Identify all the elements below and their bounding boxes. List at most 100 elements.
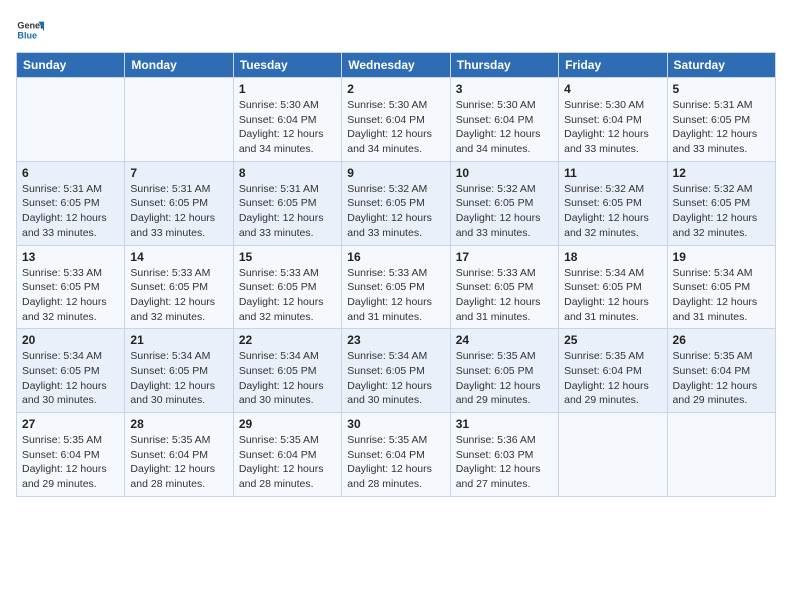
- calendar-cell: 30 Sunrise: 5:35 AM Sunset: 6:04 PM Dayli…: [342, 413, 450, 497]
- day-number: 18: [564, 250, 661, 264]
- day-detail: Sunrise: 5:35 AM Sunset: 6:04 PM Dayligh…: [22, 433, 119, 492]
- day-detail: Sunrise: 5:30 AM Sunset: 6:04 PM Dayligh…: [239, 98, 336, 157]
- calendar-cell: 31Sunrise: 5:36 AM Sunset: 6:03 PM Dayli…: [450, 413, 558, 497]
- day-detail: Sunrise: 5:34 AM Sunset: 6:05 PM Dayligh…: [564, 266, 661, 325]
- day-detail: Sunrise: 5:35 AM Sunset: 6:05 PM Dayligh…: [456, 349, 553, 408]
- calendar-cell: 16 Sunrise: 5:33 AM Sunset: 6:05 PM Dayli…: [342, 245, 450, 329]
- calendar-body: 1Sunrise: 5:30 AM Sunset: 6:04 PM Daylig…: [17, 78, 776, 497]
- calendar-cell: 17 Sunrise: 5:33 AM Sunset: 6:05 PM Dayli…: [450, 245, 558, 329]
- day-number: 13: [22, 250, 119, 264]
- day-number: 6: [22, 166, 119, 180]
- day-detail: Sunrise: 5:33 AM Sunset: 6:05 PM Dayligh…: [347, 266, 444, 325]
- calendar-cell: 14 Sunrise: 5:33 AM Sunset: 6:05 PM Dayli…: [125, 245, 233, 329]
- day-detail: Sunrise: 5:31 AM Sunset: 6:05 PM Dayligh…: [130, 182, 227, 241]
- calendar-cell: 8 Sunrise: 5:31 AM Sunset: 6:05 PM Daylig…: [233, 161, 341, 245]
- calendar-cell: 4 Sunrise: 5:30 AM Sunset: 6:04 PM Daylig…: [559, 78, 667, 162]
- day-number: 30: [347, 417, 444, 431]
- calendar-cell: 5 Sunrise: 5:31 AM Sunset: 6:05 PM Daylig…: [667, 78, 775, 162]
- day-detail: Sunrise: 5:35 AM Sunset: 6:04 PM Dayligh…: [673, 349, 770, 408]
- day-detail: Sunrise: 5:30 AM Sunset: 6:04 PM Dayligh…: [347, 98, 444, 157]
- calendar-week-row: 1Sunrise: 5:30 AM Sunset: 6:04 PM Daylig…: [17, 78, 776, 162]
- logo-icon: General Blue: [16, 16, 44, 44]
- day-number: 10: [456, 166, 553, 180]
- day-detail: Sunrise: 5:35 AM Sunset: 6:04 PM Dayligh…: [239, 433, 336, 492]
- day-number: 26: [673, 333, 770, 347]
- day-number: 9: [347, 166, 444, 180]
- day-detail: Sunrise: 5:36 AM Sunset: 6:03 PM Dayligh…: [456, 433, 553, 492]
- weekday-header: Saturday: [667, 53, 775, 78]
- day-detail: Sunrise: 5:33 AM Sunset: 6:05 PM Dayligh…: [456, 266, 553, 325]
- weekday-header: Friday: [559, 53, 667, 78]
- day-detail: Sunrise: 5:31 AM Sunset: 6:05 PM Dayligh…: [673, 98, 770, 157]
- calendar-cell: 2 Sunrise: 5:30 AM Sunset: 6:04 PM Daylig…: [342, 78, 450, 162]
- day-detail: Sunrise: 5:33 AM Sunset: 6:05 PM Dayligh…: [130, 266, 227, 325]
- day-detail: Sunrise: 5:31 AM Sunset: 6:05 PM Dayligh…: [22, 182, 119, 241]
- day-number: 21: [130, 333, 227, 347]
- calendar-cell: 6 Sunrise: 5:31 AM Sunset: 6:05 PM Daylig…: [17, 161, 125, 245]
- day-number: 29: [239, 417, 336, 431]
- day-detail: Sunrise: 5:30 AM Sunset: 6:04 PM Dayligh…: [564, 98, 661, 157]
- day-detail: Sunrise: 5:32 AM Sunset: 6:05 PM Dayligh…: [347, 182, 444, 241]
- calendar-cell: 7 Sunrise: 5:31 AM Sunset: 6:05 PM Daylig…: [125, 161, 233, 245]
- day-number: 5: [673, 82, 770, 96]
- day-detail: Sunrise: 5:35 AM Sunset: 6:04 PM Dayligh…: [564, 349, 661, 408]
- calendar-cell: 11 Sunrise: 5:32 AM Sunset: 6:05 PM Dayli…: [559, 161, 667, 245]
- day-number: 8: [239, 166, 336, 180]
- day-detail: Sunrise: 5:33 AM Sunset: 6:05 PM Dayligh…: [239, 266, 336, 325]
- day-detail: Sunrise: 5:34 AM Sunset: 6:05 PM Dayligh…: [239, 349, 336, 408]
- calendar-cell: 21 Sunrise: 5:34 AM Sunset: 6:05 PM Dayli…: [125, 329, 233, 413]
- svg-text:Blue: Blue: [17, 30, 37, 40]
- day-number: 24: [456, 333, 553, 347]
- day-detail: Sunrise: 5:30 AM Sunset: 6:04 PM Dayligh…: [456, 98, 553, 157]
- day-detail: Sunrise: 5:32 AM Sunset: 6:05 PM Dayligh…: [564, 182, 661, 241]
- day-number: 14: [130, 250, 227, 264]
- day-detail: Sunrise: 5:31 AM Sunset: 6:05 PM Dayligh…: [239, 182, 336, 241]
- calendar-week-row: 13 Sunrise: 5:33 AM Sunset: 6:05 PM Dayli…: [17, 245, 776, 329]
- day-number: 4: [564, 82, 661, 96]
- weekday-header: Sunday: [17, 53, 125, 78]
- day-detail: Sunrise: 5:34 AM Sunset: 6:05 PM Dayligh…: [347, 349, 444, 408]
- day-number: 3: [456, 82, 553, 96]
- day-number: 19: [673, 250, 770, 264]
- day-number: 7: [130, 166, 227, 180]
- calendar-week-row: 20 Sunrise: 5:34 AM Sunset: 6:05 PM Dayli…: [17, 329, 776, 413]
- calendar-cell: 26 Sunrise: 5:35 AM Sunset: 6:04 PM Dayli…: [667, 329, 775, 413]
- day-detail: Sunrise: 5:32 AM Sunset: 6:05 PM Dayligh…: [456, 182, 553, 241]
- day-detail: Sunrise: 5:34 AM Sunset: 6:05 PM Dayligh…: [130, 349, 227, 408]
- calendar-cell: 27 Sunrise: 5:35 AM Sunset: 6:04 PM Dayli…: [17, 413, 125, 497]
- calendar-cell: 13 Sunrise: 5:33 AM Sunset: 6:05 PM Dayli…: [17, 245, 125, 329]
- calendar-cell: 10 Sunrise: 5:32 AM Sunset: 6:05 PM Dayli…: [450, 161, 558, 245]
- calendar-cell: 23Sunrise: 5:34 AM Sunset: 6:05 PM Dayli…: [342, 329, 450, 413]
- calendar-week-row: 6 Sunrise: 5:31 AM Sunset: 6:05 PM Daylig…: [17, 161, 776, 245]
- day-number: 20: [22, 333, 119, 347]
- day-detail: Sunrise: 5:35 AM Sunset: 6:04 PM Dayligh…: [130, 433, 227, 492]
- calendar-cell: 24 Sunrise: 5:35 AM Sunset: 6:05 PM Dayli…: [450, 329, 558, 413]
- day-detail: Sunrise: 5:34 AM Sunset: 6:05 PM Dayligh…: [673, 266, 770, 325]
- weekday-header: Thursday: [450, 53, 558, 78]
- day-detail: Sunrise: 5:34 AM Sunset: 6:05 PM Dayligh…: [22, 349, 119, 408]
- calendar-cell: 29 Sunrise: 5:35 AM Sunset: 6:04 PM Dayli…: [233, 413, 341, 497]
- day-number: 2: [347, 82, 444, 96]
- day-number: 12: [673, 166, 770, 180]
- weekday-header: Wednesday: [342, 53, 450, 78]
- day-number: 17: [456, 250, 553, 264]
- weekday-header: Tuesday: [233, 53, 341, 78]
- day-number: 27: [22, 417, 119, 431]
- logo: General Blue: [16, 16, 44, 44]
- calendar-cell: [17, 78, 125, 162]
- calendar-cell: 15 Sunrise: 5:33 AM Sunset: 6:05 PM Dayli…: [233, 245, 341, 329]
- day-detail: Sunrise: 5:33 AM Sunset: 6:05 PM Dayligh…: [22, 266, 119, 325]
- day-number: 15: [239, 250, 336, 264]
- day-detail: Sunrise: 5:35 AM Sunset: 6:04 PM Dayligh…: [347, 433, 444, 492]
- day-number: 22: [239, 333, 336, 347]
- day-number: 16: [347, 250, 444, 264]
- calendar-cell: 20 Sunrise: 5:34 AM Sunset: 6:05 PM Dayli…: [17, 329, 125, 413]
- day-number: 28: [130, 417, 227, 431]
- calendar-cell: 12Sunrise: 5:32 AM Sunset: 6:05 PM Dayli…: [667, 161, 775, 245]
- calendar-cell: 18 Sunrise: 5:34 AM Sunset: 6:05 PM Dayli…: [559, 245, 667, 329]
- calendar-cell: 1Sunrise: 5:30 AM Sunset: 6:04 PM Daylig…: [233, 78, 341, 162]
- day-number: 11: [564, 166, 661, 180]
- calendar-cell: 19 Sunrise: 5:34 AM Sunset: 6:05 PM Dayli…: [667, 245, 775, 329]
- calendar-cell: 28 Sunrise: 5:35 AM Sunset: 6:04 PM Dayli…: [125, 413, 233, 497]
- calendar-cell: [559, 413, 667, 497]
